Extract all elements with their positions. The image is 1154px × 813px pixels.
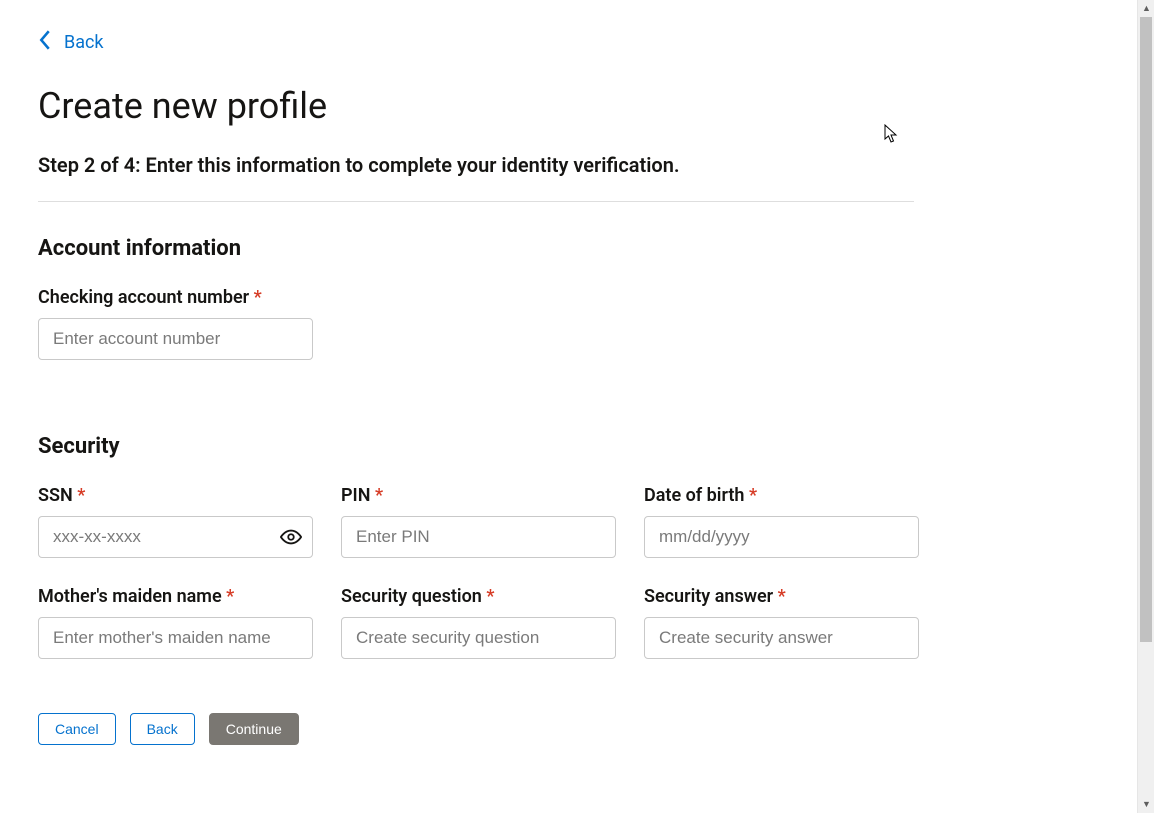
eye-icon[interactable] xyxy=(279,525,303,549)
field-mother-maiden: Mother's maiden name * xyxy=(38,586,313,659)
security-answer-input[interactable] xyxy=(644,617,919,659)
pin-label: PIN * xyxy=(341,485,616,506)
security-question-label: Security question * xyxy=(341,586,616,607)
field-security-answer: Security answer * xyxy=(644,586,919,659)
scrollbar-arrow-down-icon[interactable]: ▼ xyxy=(1138,796,1154,813)
required-mark: * xyxy=(486,586,494,607)
ssn-label: SSN * xyxy=(38,485,313,506)
required-mark: * xyxy=(254,287,262,308)
security-answer-label-text: Security answer xyxy=(644,586,773,607)
required-mark: * xyxy=(77,485,85,506)
dob-input[interactable] xyxy=(644,516,919,558)
required-mark: * xyxy=(778,586,786,607)
scrollbar-thumb[interactable] xyxy=(1140,17,1152,642)
required-mark: * xyxy=(375,485,383,506)
back-link[interactable]: Back xyxy=(38,30,104,55)
button-row: Cancel Back Continue xyxy=(38,713,1100,745)
field-security-question: Security question * xyxy=(341,586,616,659)
mother-maiden-label: Mother's maiden name * xyxy=(38,586,313,607)
ssn-input-wrap xyxy=(38,516,313,558)
security-row-1: SSN * PIN * Date of bi xyxy=(38,485,1100,558)
field-dob: Date of birth * xyxy=(644,485,919,558)
required-mark: * xyxy=(749,485,757,506)
pin-label-text: PIN xyxy=(341,485,370,506)
create-profile-form: Back Create new profile Step 2 of 4: Ent… xyxy=(0,0,1100,775)
dob-label-text: Date of birth xyxy=(644,485,744,506)
continue-button[interactable]: Continue xyxy=(209,713,299,745)
pin-input[interactable] xyxy=(341,516,616,558)
section-heading-account: Account information xyxy=(38,236,1100,261)
ssn-label-text: SSN xyxy=(38,485,73,506)
chevron-left-icon xyxy=(38,30,52,55)
scrollbar-arrow-up-icon[interactable]: ▲ xyxy=(1138,0,1154,17)
mother-maiden-input[interactable] xyxy=(38,617,313,659)
step-description: Step 2 of 4: Enter this information to c… xyxy=(38,153,1100,177)
account-fields: Checking account number * xyxy=(38,287,1100,388)
divider xyxy=(38,201,914,202)
required-mark: * xyxy=(226,586,234,607)
security-answer-label: Security answer * xyxy=(644,586,919,607)
field-pin: PIN * xyxy=(341,485,616,558)
field-ssn: SSN * xyxy=(38,485,313,558)
checking-account-input[interactable] xyxy=(38,318,313,360)
security-row-2: Mother's maiden name * Security question… xyxy=(38,586,1100,659)
scrollbar-track[interactable]: ▲ ▼ xyxy=(1137,0,1154,813)
cancel-button[interactable]: Cancel xyxy=(38,713,116,745)
security-question-input[interactable] xyxy=(341,617,616,659)
ssn-input[interactable] xyxy=(38,516,313,558)
mother-maiden-label-text: Mother's maiden name xyxy=(38,586,222,607)
checking-account-label-text: Checking account number xyxy=(38,287,249,308)
checking-account-label: Checking account number * xyxy=(38,287,313,308)
section-heading-security: Security xyxy=(38,434,1100,459)
page-title: Create new profile xyxy=(38,85,1100,127)
back-link-label: Back xyxy=(64,32,104,53)
field-checking-account: Checking account number * xyxy=(38,287,313,360)
back-button[interactable]: Back xyxy=(130,713,195,745)
security-question-label-text: Security question xyxy=(341,586,482,607)
dob-label: Date of birth * xyxy=(644,485,919,506)
